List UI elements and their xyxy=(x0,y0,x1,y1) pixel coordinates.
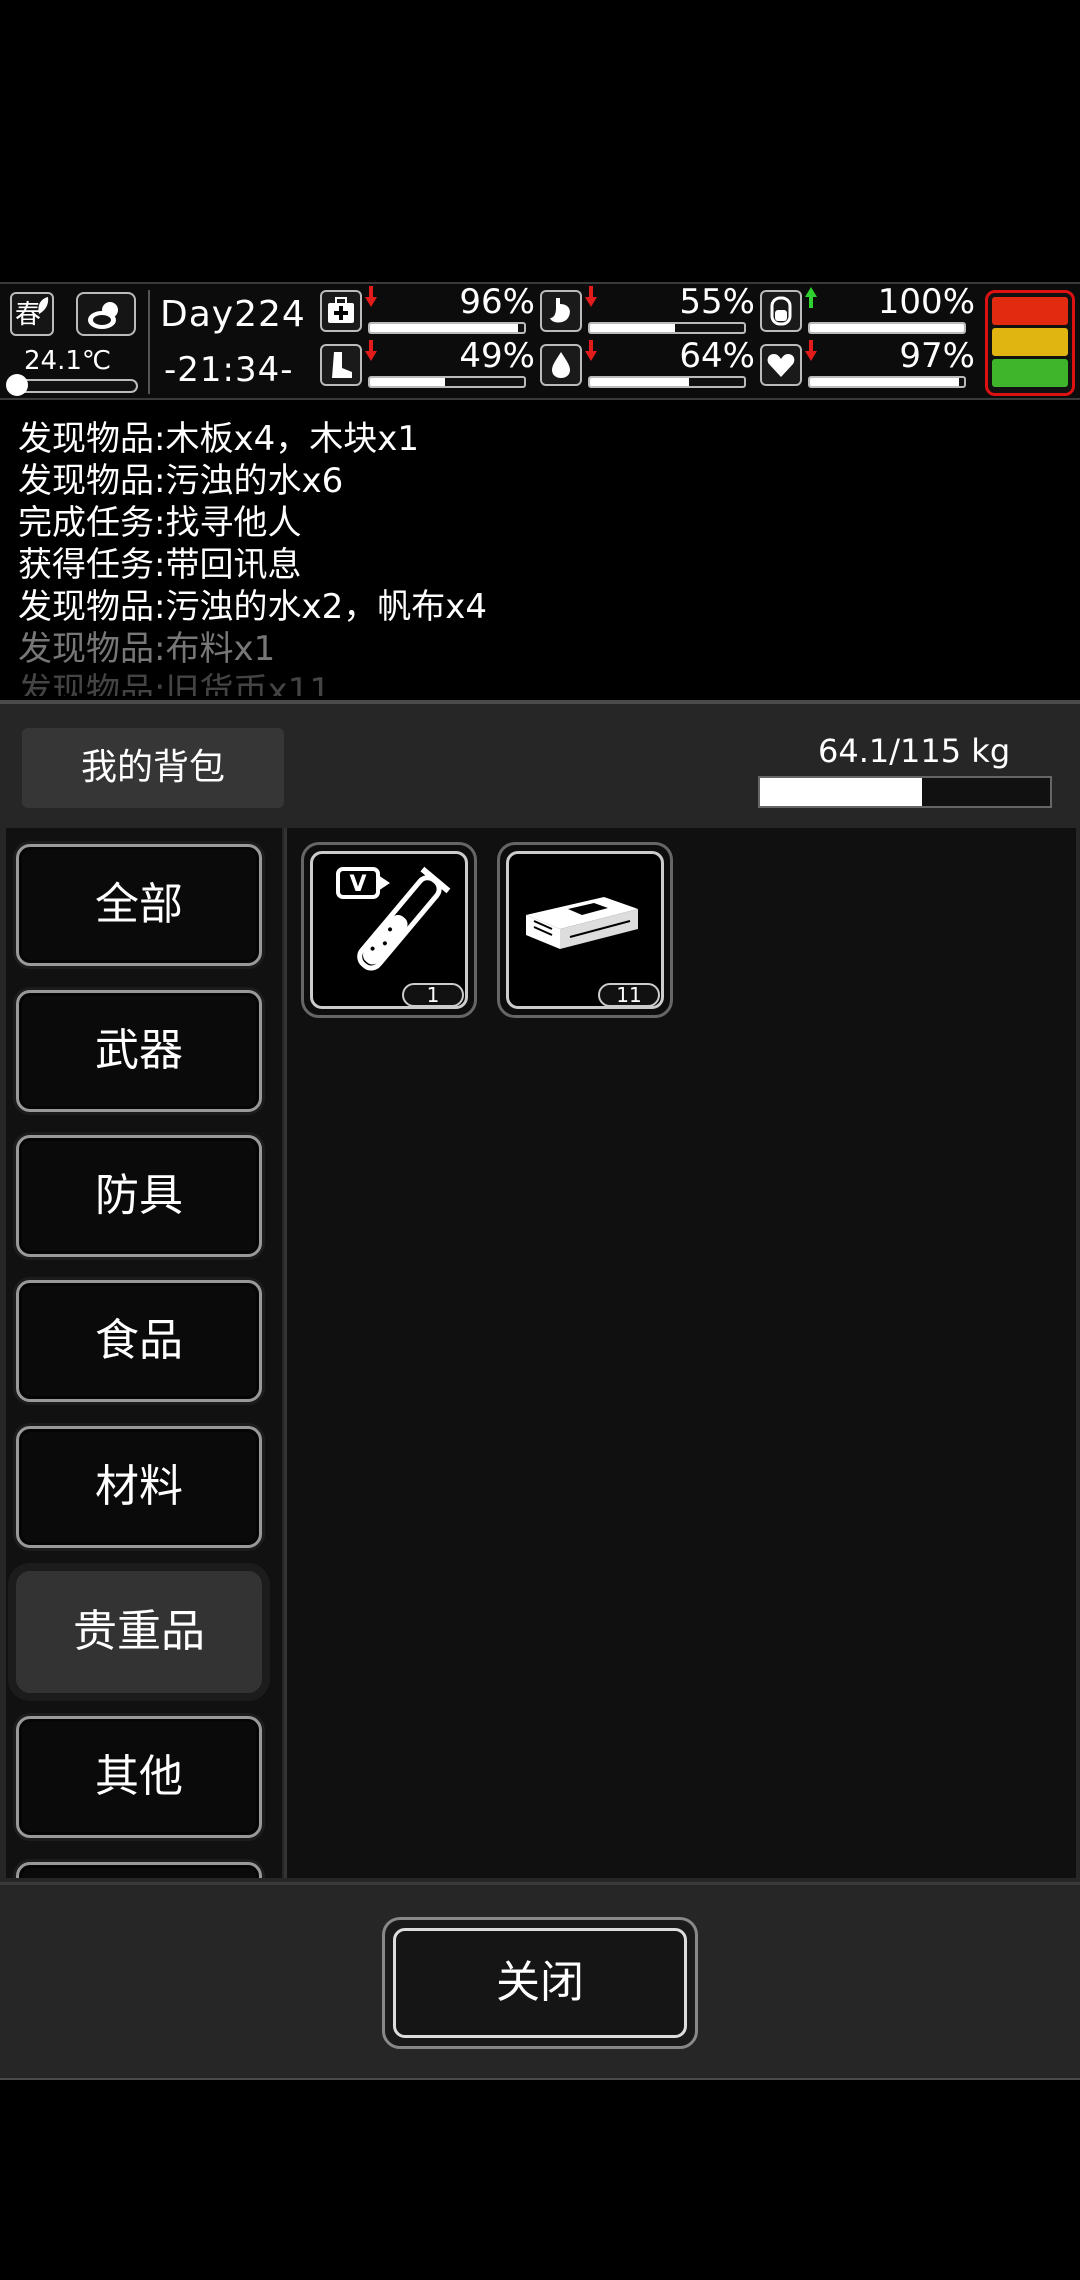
log-line: 发现物品:污浊的水x6 xyxy=(18,461,344,501)
weight-bar-fill xyxy=(760,778,922,806)
category-all[interactable]: 全部 xyxy=(16,844,262,966)
log-line: 发现物品:木板x4，木块x1 xyxy=(18,419,419,459)
stat-energy[interactable]: 100% xyxy=(760,284,975,336)
season-indicator: 春 xyxy=(10,292,54,336)
item-slot[interactable]: V 1 xyxy=(301,842,477,1018)
log-line: 发现物品:污浊的水x2，帆布x4 xyxy=(18,587,487,627)
water-drop-icon xyxy=(540,344,582,386)
stat-percent: 49% xyxy=(459,336,535,376)
category-materials[interactable]: 材料 xyxy=(16,1426,262,1548)
stat-health[interactable]: 96% xyxy=(320,284,535,336)
trend-down-icon xyxy=(365,340,377,361)
backpack-panel: 我的背包 64.1/115 kg 全部 武器 防具 食品 材料 贵重品 其他 V xyxy=(0,700,1080,2080)
medkit-icon xyxy=(320,290,362,332)
stat-mood[interactable]: 97% xyxy=(760,338,975,390)
category-label: 其他 xyxy=(95,1751,183,1802)
category-label: 全部 xyxy=(95,879,183,930)
category-list[interactable]: 全部 武器 防具 食品 材料 贵重品 其他 xyxy=(6,828,282,1878)
stat-percent: 96% xyxy=(459,282,535,322)
divider xyxy=(148,290,150,394)
category-food[interactable]: 食品 xyxy=(16,1280,262,1402)
backpack-title-box: 我的背包 xyxy=(22,728,284,808)
temperature: 24.1℃ xyxy=(24,346,112,376)
cloudy-sun-icon xyxy=(88,302,118,329)
heart-icon xyxy=(760,344,802,386)
log-line: 发现物品:旧货币x11 xyxy=(18,671,331,696)
stat-bar xyxy=(808,376,966,388)
stat-percent: 100% xyxy=(877,282,975,322)
item-grid: V 1 11 xyxy=(284,828,1076,1878)
battery-icon xyxy=(760,290,802,332)
item-count: 1 xyxy=(402,983,464,1007)
thermometer-icon xyxy=(6,374,28,396)
item-slot[interactable]: 11 xyxy=(497,842,673,1018)
leg-icon xyxy=(320,344,362,386)
category-label: 食品 xyxy=(95,1315,183,1366)
category-more[interactable] xyxy=(16,1862,262,1878)
stat-bar xyxy=(588,322,746,334)
temperature-bar xyxy=(10,379,138,393)
trend-down-icon xyxy=(585,286,597,307)
vaccine-test-tube-icon: V xyxy=(336,866,451,971)
stat-bar xyxy=(368,376,526,388)
category-armor[interactable]: 防具 xyxy=(16,1135,262,1257)
stat-percent: 55% xyxy=(679,282,755,322)
danger-level-indicator[interactable] xyxy=(985,290,1075,396)
stat-bar xyxy=(368,322,526,334)
backpack-title: 我的背包 xyxy=(80,747,225,788)
danger-light-yellow xyxy=(992,328,1068,356)
stat-thirst[interactable]: 64% xyxy=(540,338,755,390)
trend-down-icon xyxy=(805,340,817,361)
stomach-icon xyxy=(540,290,582,332)
stat-bar xyxy=(808,322,966,334)
trend-up-icon xyxy=(805,287,817,308)
item-count: 11 xyxy=(598,983,660,1007)
trend-down-icon xyxy=(365,286,377,307)
log-line: 发现物品:布料x1 xyxy=(18,629,276,669)
close-label: 关闭 xyxy=(496,1957,584,2008)
category-valuables[interactable]: 贵重品 xyxy=(16,1571,262,1693)
danger-light-red xyxy=(992,297,1068,325)
bottom-bar: 关闭 xyxy=(0,1882,1080,2078)
weather-indicator xyxy=(76,292,136,336)
event-log[interactable]: 发现物品:木板x4，木块x1 发现物品:污浊的水x6 完成任务:找寻他人 获得任… xyxy=(18,418,1058,696)
stat-hunger[interactable]: 55% xyxy=(540,284,755,336)
trend-down-icon xyxy=(585,340,597,361)
stat-bar xyxy=(588,376,746,388)
close-button[interactable]: 关闭 xyxy=(382,1917,698,2049)
svg-text:V: V xyxy=(349,872,366,897)
log-line: 获得任务:带回讯息 xyxy=(18,545,302,585)
stat-percent: 97% xyxy=(899,336,975,376)
status-bar: 春 24.1℃ Day224 -21:34- 96% 55% 100% 49% … xyxy=(0,282,1080,400)
stat-percent: 64% xyxy=(679,336,755,376)
danger-light-green xyxy=(992,359,1068,387)
category-other[interactable]: 其他 xyxy=(16,1716,262,1838)
category-label: 武器 xyxy=(95,1025,183,1076)
cash-bundle-icon xyxy=(526,897,638,949)
log-line: 完成任务:找寻他人 xyxy=(18,503,302,543)
day-counter: Day224 xyxy=(160,294,306,335)
category-label: 防具 xyxy=(95,1170,183,1221)
leaf-icon xyxy=(38,297,49,314)
category-label: 贵重品 xyxy=(73,1606,205,1657)
game-time: -21:34- xyxy=(164,350,294,390)
category-weapons[interactable]: 武器 xyxy=(16,990,262,1112)
stat-stamina[interactable]: 49% xyxy=(320,338,535,390)
weight-bar xyxy=(758,776,1052,808)
category-label: 材料 xyxy=(95,1461,183,1512)
weight-label: 64.1/115 kg xyxy=(818,732,1011,770)
